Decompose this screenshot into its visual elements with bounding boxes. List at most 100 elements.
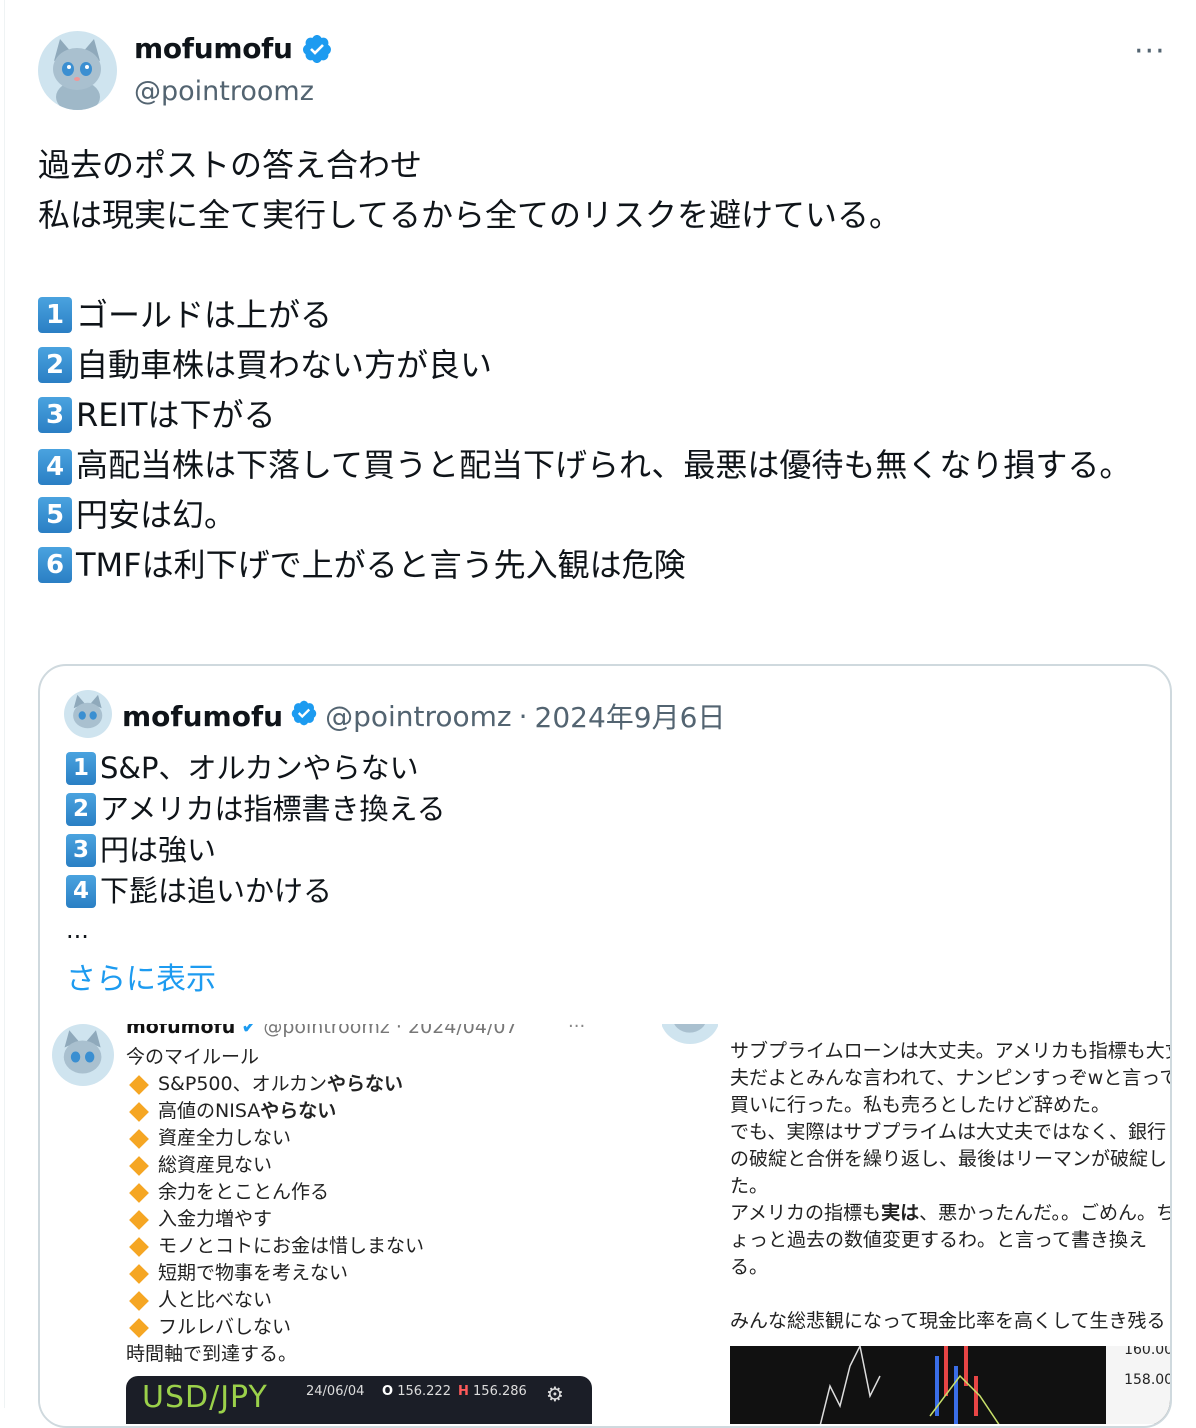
open-label: O	[382, 1384, 394, 1399]
orange-diamond-icon	[129, 1290, 149, 1311]
screenshot-author-name: mofumofu	[126, 1024, 236, 1038]
keycap-3-icon: 3	[38, 397, 72, 433]
quoted-author-name[interactable]: mofumofu	[122, 700, 283, 733]
kitten-avatar-icon	[660, 1024, 720, 1044]
author-name[interactable]: mofumofu	[134, 32, 293, 65]
quoted-list-item: 2 アメリカは指標書き換える	[66, 789, 446, 830]
rule-item: モノとコトにお金は惜しまない	[126, 1233, 424, 1260]
rule-item: S&P500、オルカン やらない	[126, 1071, 424, 1098]
keycap-4-icon: 4	[38, 449, 72, 485]
usdjpy-chart-header: USD/JPY 24/06/04 O 156.222 H 156.286 ⚙	[126, 1376, 592, 1424]
open-value: 156.222	[397, 1384, 451, 1399]
quoted-post-date[interactable]: 2024年9月6日	[535, 696, 726, 736]
orange-diamond-icon	[129, 1074, 149, 1095]
rule-text: 余力をとことん作る	[158, 1181, 330, 1203]
quoted-post-text: 1 S&P、オルカンやらない 2 アメリカは指標書き換える 3 円は強い 4 下髭は追い…	[66, 748, 446, 912]
rules-footer: 時間軸で到達する。	[126, 1343, 298, 1365]
kitten-avatar-icon	[38, 31, 117, 110]
quoted-list-item-text: 下髭は追いかける	[100, 874, 333, 908]
screenshot-header: mofumofu ✔ @pointroomz · 2024/04/07	[126, 1024, 518, 1038]
quoted-list-item-text: アメリカは指標書き換える	[100, 792, 446, 826]
quoted-author-handle[interactable]: @pointroomz	[325, 700, 512, 733]
my-rules-list: 今のマイルール S&P500、オルカン やらない 高値のNISA やらない 資産全力…	[126, 1044, 424, 1368]
quoted-ellipsis: ...	[66, 916, 89, 944]
post-list-item: 3 REITは下がる	[38, 390, 1158, 440]
author-handle[interactable]: @pointroomz	[134, 76, 314, 107]
screenshot-paragraph: アメリカの指標も実は、悪かったんだ。。ごめん。ちょっと過去の数値変更するわ。と言…	[730, 1200, 1170, 1281]
paragraph-text: アメリカの指標も	[730, 1202, 882, 1224]
rule-item: 余力をとことん作る	[126, 1179, 424, 1206]
rule-item: 高値のNISA やらない	[126, 1098, 424, 1125]
post-list-item: 6 TMFは利下げで上がると言う先入観は危険	[38, 540, 1158, 590]
post-list-item-text: REITは下がる	[76, 396, 276, 434]
screenshot-paragraph: みんな総悲観になって現金比率を高くして生き残る	[730, 1310, 1166, 1332]
rule-bold-text: やらない	[327, 1073, 404, 1095]
orange-diamond-icon	[129, 1101, 149, 1122]
post-list-item-text: 自動車株は買わない方が良い	[76, 346, 493, 384]
post-intro-line: 過去のポストの答え合わせ	[38, 146, 423, 184]
quoted-list-item: 1 S&P、オルカンやらない	[66, 748, 446, 789]
orange-diamond-icon	[129, 1128, 149, 1149]
rule-item: 資産全力しない	[126, 1125, 424, 1152]
more-options-icon[interactable]: ···	[1134, 34, 1166, 69]
attached-image-right[interactable]: サブプライムローンは大丈夫。アメリカも指標も大丈夫だよとみんな言われて、ナンピン…	[606, 1024, 1170, 1424]
rule-text: 資産全力しない	[158, 1127, 292, 1149]
orange-diamond-icon	[129, 1209, 149, 1230]
price-tick: 160.000	[1124, 1346, 1170, 1358]
rule-text: 入金力増やす	[158, 1208, 273, 1230]
chart-open: O 156.222	[382, 1384, 451, 1399]
timeline-divider	[4, 0, 5, 1408]
high-label: H	[458, 1384, 469, 1399]
more-options-icon: ···	[568, 1024, 586, 1037]
keycap-2-icon: 2	[38, 347, 72, 383]
rule-text: S&P500、オルカン	[158, 1073, 328, 1095]
orange-diamond-icon	[129, 1155, 149, 1176]
rule-text: 短期で物事を考えない	[158, 1262, 349, 1284]
rule-text: 人と比べない	[158, 1289, 273, 1311]
post-list-item-text: 円安は幻。	[76, 496, 237, 534]
rule-item: フルレバしない	[126, 1314, 424, 1341]
attached-image-left[interactable]: mofumofu ✔ @pointroomz · 2024/04/07 ··· …	[40, 1024, 600, 1424]
screenshot-text: サブプライムローンは大丈夫。アメリカも指標も大丈夫だよとみんな言われて、ナンピン…	[730, 1038, 1170, 1335]
keycap-5-icon: 5	[38, 497, 72, 533]
kitten-avatar-icon	[64, 690, 112, 738]
orange-diamond-icon	[129, 1317, 149, 1338]
quoted-list-item: 4 下髭は追いかける	[66, 871, 446, 912]
gear-icon: ⚙	[546, 1382, 564, 1406]
quoted-author-avatar[interactable]	[64, 690, 112, 738]
keycap-6-icon: 6	[38, 547, 72, 583]
verified-badge-icon	[290, 699, 318, 734]
rule-item: 入金力増やす	[126, 1206, 424, 1233]
orange-diamond-icon	[129, 1236, 149, 1257]
quoted-list-item: 3 円は強い	[66, 830, 446, 871]
screenshot-paragraph: サブプライムローンは大丈夫。アメリカも指標も大丈夫だよとみんな言われて、ナンピン…	[730, 1040, 1170, 1116]
rule-text: モノとコトにお金は惜しまない	[158, 1235, 425, 1257]
post-list-item: 1 ゴールドは上がる	[38, 290, 1158, 340]
candles	[819, 1346, 1000, 1424]
post-text: 過去のポストの答え合わせ 私は現実に全て実行してるから全てのリスクを避けている。…	[38, 140, 1158, 590]
kitten-avatar-icon	[52, 1024, 114, 1086]
show-more-link[interactable]: さらに表示	[66, 954, 216, 998]
rule-item: 人と比べない	[126, 1287, 424, 1314]
post-list-item-text: 高配当株は下落して買うと配当下げられ、最悪は優待も無くなり損する。	[76, 446, 1132, 484]
verified-badge-icon: ✔	[241, 1024, 258, 1038]
currency-pair-label: USD/JPY	[142, 1380, 268, 1415]
rule-text: 高値のNISA	[158, 1100, 261, 1122]
screenshot-paragraph: でも、実際はサブプライムは大丈夫ではなく、銀行の破綻と合併を繰り返し、最後はリー…	[730, 1121, 1168, 1197]
price-axis: 160.000 158.000	[1106, 1346, 1170, 1424]
chart-high: H 156.286	[458, 1384, 527, 1399]
screenshot-handle-date: @pointroomz · 2024/04/07	[263, 1024, 518, 1038]
rule-item: 短期で物事を考えない	[126, 1260, 424, 1287]
post-list-item: 5 円安は幻。	[38, 490, 1158, 540]
quoted-post-card[interactable]: mofumofu @pointroomz · 2024年9月6日 1 S&P、オル…	[38, 664, 1172, 1428]
keycap-1-icon: 1	[38, 297, 72, 333]
post-list-item-text: ゴールドは上がる	[76, 296, 333, 334]
rule-bold-text: やらない	[260, 1100, 337, 1122]
candlestick-chart-thumbnail: 160.000 158.000	[730, 1346, 1170, 1424]
author-name-row[interactable]: mofumofu	[134, 32, 333, 65]
orange-diamond-icon	[129, 1182, 149, 1203]
keycap-4-icon: 4	[66, 875, 96, 908]
author-avatar[interactable]	[38, 31, 117, 110]
post-list-item: 4 高配当株は下落して買うと配当下げられ、最悪は優待も無くなり損する。	[38, 440, 1158, 490]
